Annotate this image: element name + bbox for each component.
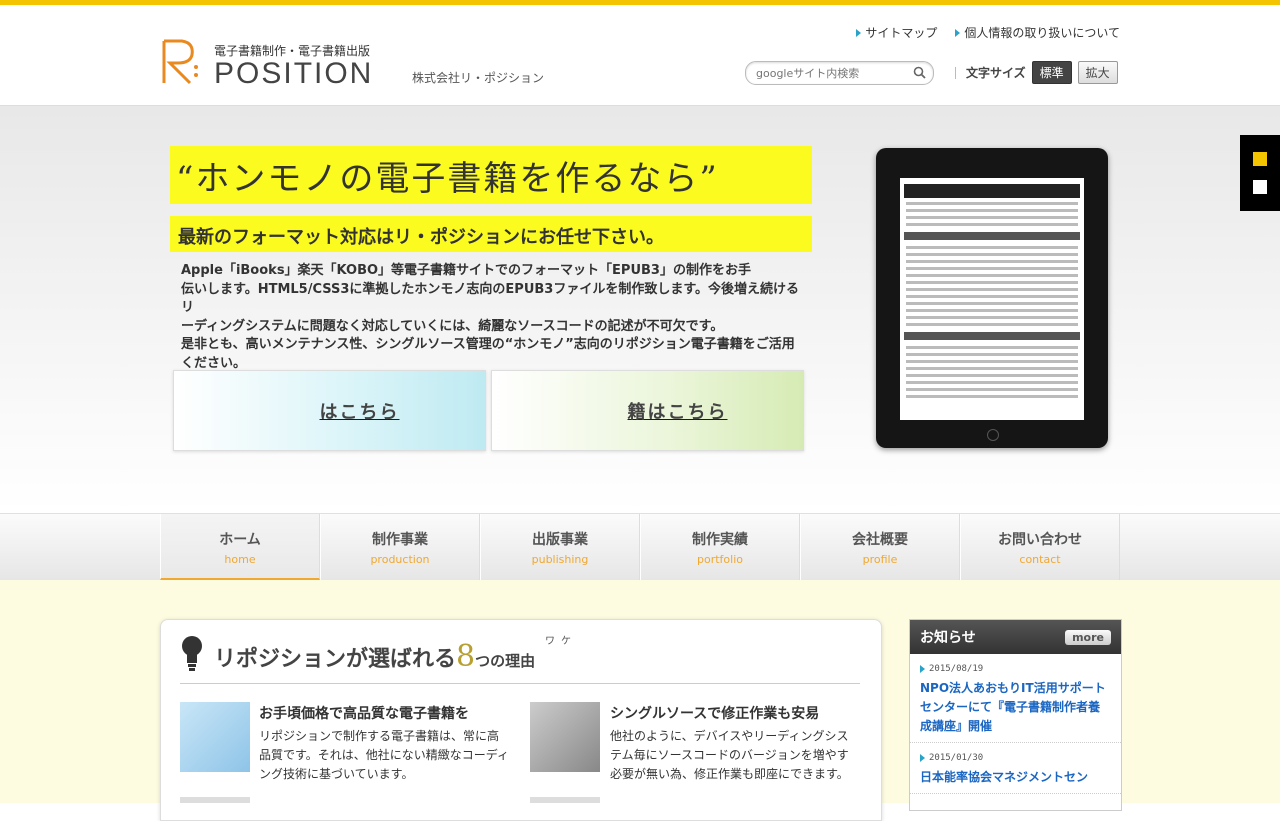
company-name: 株式会社リ・ポジション <box>412 71 545 85</box>
news-item: 2015/08/19 NPO法人あおもりIT活用サポートセンターにて『電子書籍制… <box>910 654 1121 743</box>
nav-profile[interactable]: 会社概要 profile <box>800 514 960 580</box>
arrow-right-icon <box>920 665 925 673</box>
news-more-button[interactable]: more <box>1065 629 1111 645</box>
calculator-image <box>180 702 250 772</box>
banner-button-1[interactable]: はこちら <box>173 370 486 451</box>
news-date: 2015/01/30 <box>929 753 984 763</box>
slide-dot-1[interactable] <box>1253 152 1267 166</box>
site-search <box>745 61 934 85</box>
slide-dot-2[interactable] <box>1253 180 1267 194</box>
font-size-switcher: 文字サイズ 標準 拡大 <box>955 61 1118 84</box>
hero-text-line: Apple「iBooks」楽天「KOBO」等電子書籍サイトでのフォーマット「EP… <box>181 263 751 278</box>
reason-image-partial <box>530 797 600 803</box>
tablet-screen <box>900 178 1084 420</box>
slideshow-controls <box>1240 135 1280 211</box>
font-size-label: 文字サイズ <box>966 66 1026 80</box>
hero-quote: “ホンモノの電子書籍を作るなら” <box>176 159 719 199</box>
privacy-link[interactable]: 個人情報の取り扱いについて <box>955 24 1120 41</box>
banner-button-2[interactable]: 籍はこちら <box>491 370 804 451</box>
divider <box>955 66 956 79</box>
search-icon[interactable] <box>913 66 926 79</box>
nav-production[interactable]: 制作事業 production <box>320 514 480 580</box>
arrow-right-icon <box>856 28 862 37</box>
divider <box>180 683 860 684</box>
reason-heading: シングルソースで修正作業も安易 <box>610 706 820 722</box>
nav-publishing[interactable]: 出版事業 publishing <box>480 514 640 580</box>
reasons-title: リポジションが選ばれる8つの理由 <box>214 639 536 674</box>
hero-text-line: 是非とも、高いメンテナンス性、シングルソース管理の“ホンモノ”志向のリポジション… <box>181 337 795 352</box>
reason-body: 他社のように、デバイスやリーディングシステム毎にソースコードのバージョンを増やす… <box>610 729 849 781</box>
tablet-image <box>876 148 1108 448</box>
nav-home[interactable]: ホーム home <box>160 514 320 580</box>
font-size-large-button[interactable]: 拡大 <box>1077 61 1118 84</box>
sitemap-link[interactable]: サイトマップ <box>856 24 937 41</box>
nav-portfolio[interactable]: 制作実績 portfolio <box>640 514 800 580</box>
reason-heading: お手頃価格で高品質な電子書籍を <box>259 706 469 722</box>
news-date: 2015/08/19 <box>929 664 984 674</box>
hero-text-line: ーディングシステムに問題なく対応していくには、綺麗なソースコードの記述が不可欠で… <box>181 318 724 334</box>
site-header: 電子書籍制作・電子書籍出版 POSITION 株式会社リ・ポジション サイトマッ… <box>0 5 1280 106</box>
hero-text-line: 伝いします。HTML5/CSS3に準拠したホンモノ志向のEPUB3ファイルを制作… <box>181 281 800 316</box>
news-title: お知らせ <box>920 630 976 646</box>
tablet-home-icon <box>987 429 999 441</box>
utility-links: サイトマップ 個人情報の取り扱いについて <box>856 24 1120 41</box>
reason-image-partial <box>180 797 250 803</box>
news-link[interactable]: NPO法人あおもりIT活用サポートセンターにて『電子書籍制作者養成講座』開催 <box>920 679 1111 736</box>
arrow-right-icon <box>955 28 961 37</box>
news-link[interactable]: 日本能率協会マネジメントセン <box>920 768 1111 787</box>
hero-subtitle: 最新のフォーマット対応はリ・ポジションにお任せ下さい。 <box>178 227 664 248</box>
global-nav: ホーム home 制作事業 production 出版事業 publishing 制作… <box>0 513 1280 581</box>
news-item: 2015/01/30 日本能率協会マネジメントセン <box>910 743 1121 794</box>
arrow-right-icon <box>920 754 925 762</box>
hero-description: Apple「iBooks」楽天「KOBO」等電子書籍サイトでのフォーマット「EP… <box>181 262 805 373</box>
nav-contact[interactable]: お問い合わせ contact <box>960 514 1120 580</box>
lightbulb-icon <box>182 636 202 671</box>
logo-wordmark[interactable]: POSITION <box>214 57 373 91</box>
news-header: お知らせ more <box>910 620 1121 654</box>
ereader-image <box>530 702 600 772</box>
reasons-ruby: ワケ <box>545 636 577 647</box>
reason-body: リポジションで制作する電子書籍は、常に高品質です。それは、他社にない精緻なコーデ… <box>259 729 509 781</box>
news-panel: お知らせ more 2015/08/19 NPO法人あおもりIT活用サポートセン… <box>909 619 1122 811</box>
search-input[interactable] <box>754 66 908 81</box>
logo-r-icon[interactable] <box>160 37 200 87</box>
font-size-normal-button[interactable]: 標準 <box>1031 61 1072 84</box>
